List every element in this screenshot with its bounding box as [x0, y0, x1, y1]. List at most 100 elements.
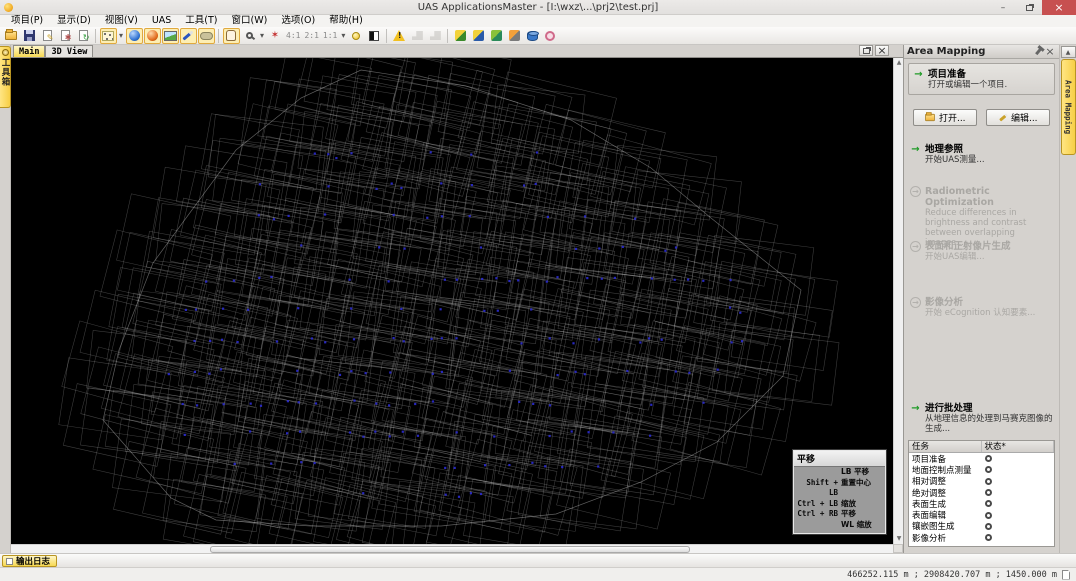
close-icon [1054, 1, 1063, 14]
warning-triangle-icon [393, 30, 405, 41]
menu-view[interactable]: 视图(V) [98, 15, 145, 27]
camera-button[interactable] [542, 28, 559, 44]
zoom-4-1-button[interactable]: 4:1 [284, 31, 302, 40]
panel-close-button[interactable] [1044, 46, 1056, 57]
process-dense-button[interactable] [470, 28, 487, 44]
terrain-display-button[interactable] [144, 28, 161, 44]
zoom-1-1-button[interactable]: 1:1 [321, 31, 339, 40]
process-ortho-button[interactable] [506, 28, 523, 44]
status-circle [985, 523, 992, 530]
pencil-icon [999, 113, 1008, 121]
database-button[interactable] [524, 28, 541, 44]
save-icon [24, 30, 35, 41]
menu-bar: 项目(P) 显示(D) 视图(V) UAS 工具(T) 窗口(W) 选项(O) … [0, 15, 1076, 27]
table-row[interactable]: 影像分析 [909, 532, 1054, 543]
menu-uas[interactable]: UAS [145, 15, 178, 27]
image-display-button[interactable] [162, 28, 179, 44]
child-close-icon [877, 44, 886, 57]
child-restore-button[interactable] [859, 45, 873, 56]
tab-3d-view[interactable]: 3D View [45, 45, 93, 57]
table-row[interactable]: 项目准备 [909, 453, 1054, 464]
vertical-scrollbar[interactable] [893, 58, 903, 544]
menu-display[interactable]: 显示(D) [50, 15, 98, 27]
step-georeferencing[interactable]: 地理参照 开始UAS测量... [910, 144, 1056, 165]
output-log-tab[interactable]: 输出日志 [2, 555, 57, 567]
process-georef-button[interactable] [452, 28, 469, 44]
zoom-tool-dropdown[interactable] [258, 28, 266, 44]
points-display-button[interactable] [100, 28, 117, 44]
area-mapping-side-tab[interactable]: Area Mapping [1061, 59, 1076, 155]
zoom-tool-button[interactable] [241, 28, 258, 44]
contrast-button[interactable] [366, 28, 383, 44]
globe-display-button[interactable] [126, 28, 143, 44]
task-label: 绝对调整 [909, 487, 982, 499]
workspace: 工具箱 Main 3D View 平移 LB 平移 Shift + LB重置中心 [0, 45, 1076, 553]
status-bar: 466252.115 m ; 2908420.707 m ; 1450.000 … [0, 567, 1076, 581]
measure-button[interactable] [409, 28, 426, 44]
minimize-button[interactable] [990, 0, 1016, 15]
project-settings-button[interactable]: ✱ [57, 28, 74, 44]
points-display-dropdown[interactable] [117, 28, 125, 44]
pan-tool-button[interactable] [223, 28, 240, 44]
open-project-button[interactable] [3, 28, 20, 44]
side-tab-label: Area Mapping [1064, 80, 1073, 134]
table-row[interactable]: 表面编辑 [909, 509, 1054, 520]
zoom-extents-button[interactable] [267, 28, 284, 44]
warnings-button[interactable] [391, 28, 408, 44]
adjust-button[interactable] [427, 28, 444, 44]
step-surface-ortho: 表面和正射像片生成 开始UAS编辑... [910, 241, 1056, 262]
measure-icon [412, 31, 423, 40]
coordinate-readout: 466252.115 m ; 2908420.707 m ; 1450.000 … [847, 570, 1057, 580]
table-row[interactable]: 地面控制点测量 [909, 464, 1054, 475]
adjust-icon [430, 31, 441, 40]
tab-main[interactable]: Main [13, 45, 45, 57]
zoom-2-1-button[interactable]: 2:1 [302, 31, 320, 40]
restore-button[interactable] [1016, 0, 1042, 15]
mesh-display-button[interactable] [198, 28, 215, 44]
toolbox-tab-label: 工具箱 [0, 58, 11, 87]
pan-keys [794, 467, 841, 478]
close-button[interactable] [1042, 0, 1076, 15]
contrast-icon [369, 31, 379, 41]
table-row[interactable]: 镶嵌图生成 [909, 521, 1054, 532]
menu-help[interactable]: 帮助(H) [322, 15, 370, 27]
table-row[interactable]: 表面生成 [909, 498, 1054, 509]
step-subtitle: 开始 eCognition 认知要素... [925, 308, 1035, 318]
task-label: 相对调整 [909, 475, 982, 487]
panel-close-icon [1045, 45, 1054, 58]
menu-project[interactable]: 项目(P) [4, 15, 50, 27]
toolbox-tab[interactable]: 工具箱 [0, 46, 11, 108]
cloud-icon [200, 32, 213, 40]
open-button[interactable]: 打开... [913, 109, 977, 126]
pan-action: 缩放 [841, 499, 885, 510]
horizontal-scroll-thumb[interactable] [210, 546, 690, 553]
table-row[interactable]: 相对调整 [909, 476, 1054, 487]
edit-project-button[interactable]: ✎ [39, 28, 56, 44]
pan-action: WL 缩放 [841, 520, 885, 531]
bottom-tab-row: 输出日志 [0, 553, 1076, 567]
status-column-header[interactable]: 状态* [982, 441, 1055, 452]
horizontal-scrollbar[interactable] [11, 544, 893, 553]
panel-pin-button[interactable] [1032, 46, 1044, 57]
edit-button-label: 编辑... [1011, 111, 1038, 124]
photo-footprint-wireframe [11, 58, 893, 544]
vector-draw-button[interactable] [180, 28, 197, 44]
zoom-level-dropdown[interactable] [339, 28, 347, 44]
save-project-button[interactable] [21, 28, 38, 44]
pen-icon [182, 30, 193, 40]
step-arrow-icon [910, 144, 921, 155]
clipboard-icon[interactable] [1062, 570, 1070, 580]
table-row[interactable]: 绝对调整 [909, 487, 1054, 498]
viewport-canvas[interactable]: 平移 LB 平移 Shift + LB重置中心 Ctrl + LB缩放 Ctrl… [11, 58, 893, 544]
dock-collapse-button[interactable] [1061, 46, 1076, 58]
edit-button[interactable]: 编辑... [986, 109, 1050, 126]
menu-tools[interactable]: 工具(T) [178, 15, 224, 27]
child-close-button[interactable] [875, 45, 889, 56]
reload-project-button[interactable]: ↻ [75, 28, 92, 44]
step-title: 项目准备 [928, 69, 1007, 80]
menu-options[interactable]: 选项(O) [274, 15, 322, 27]
step-batch-process[interactable]: 进行批处理 从地理信息的处理到马赛克图像的生成... [910, 403, 1056, 434]
menu-window[interactable]: 窗口(W) [225, 15, 275, 27]
brightness-button[interactable] [348, 28, 365, 44]
process-surface-button[interactable] [488, 28, 505, 44]
